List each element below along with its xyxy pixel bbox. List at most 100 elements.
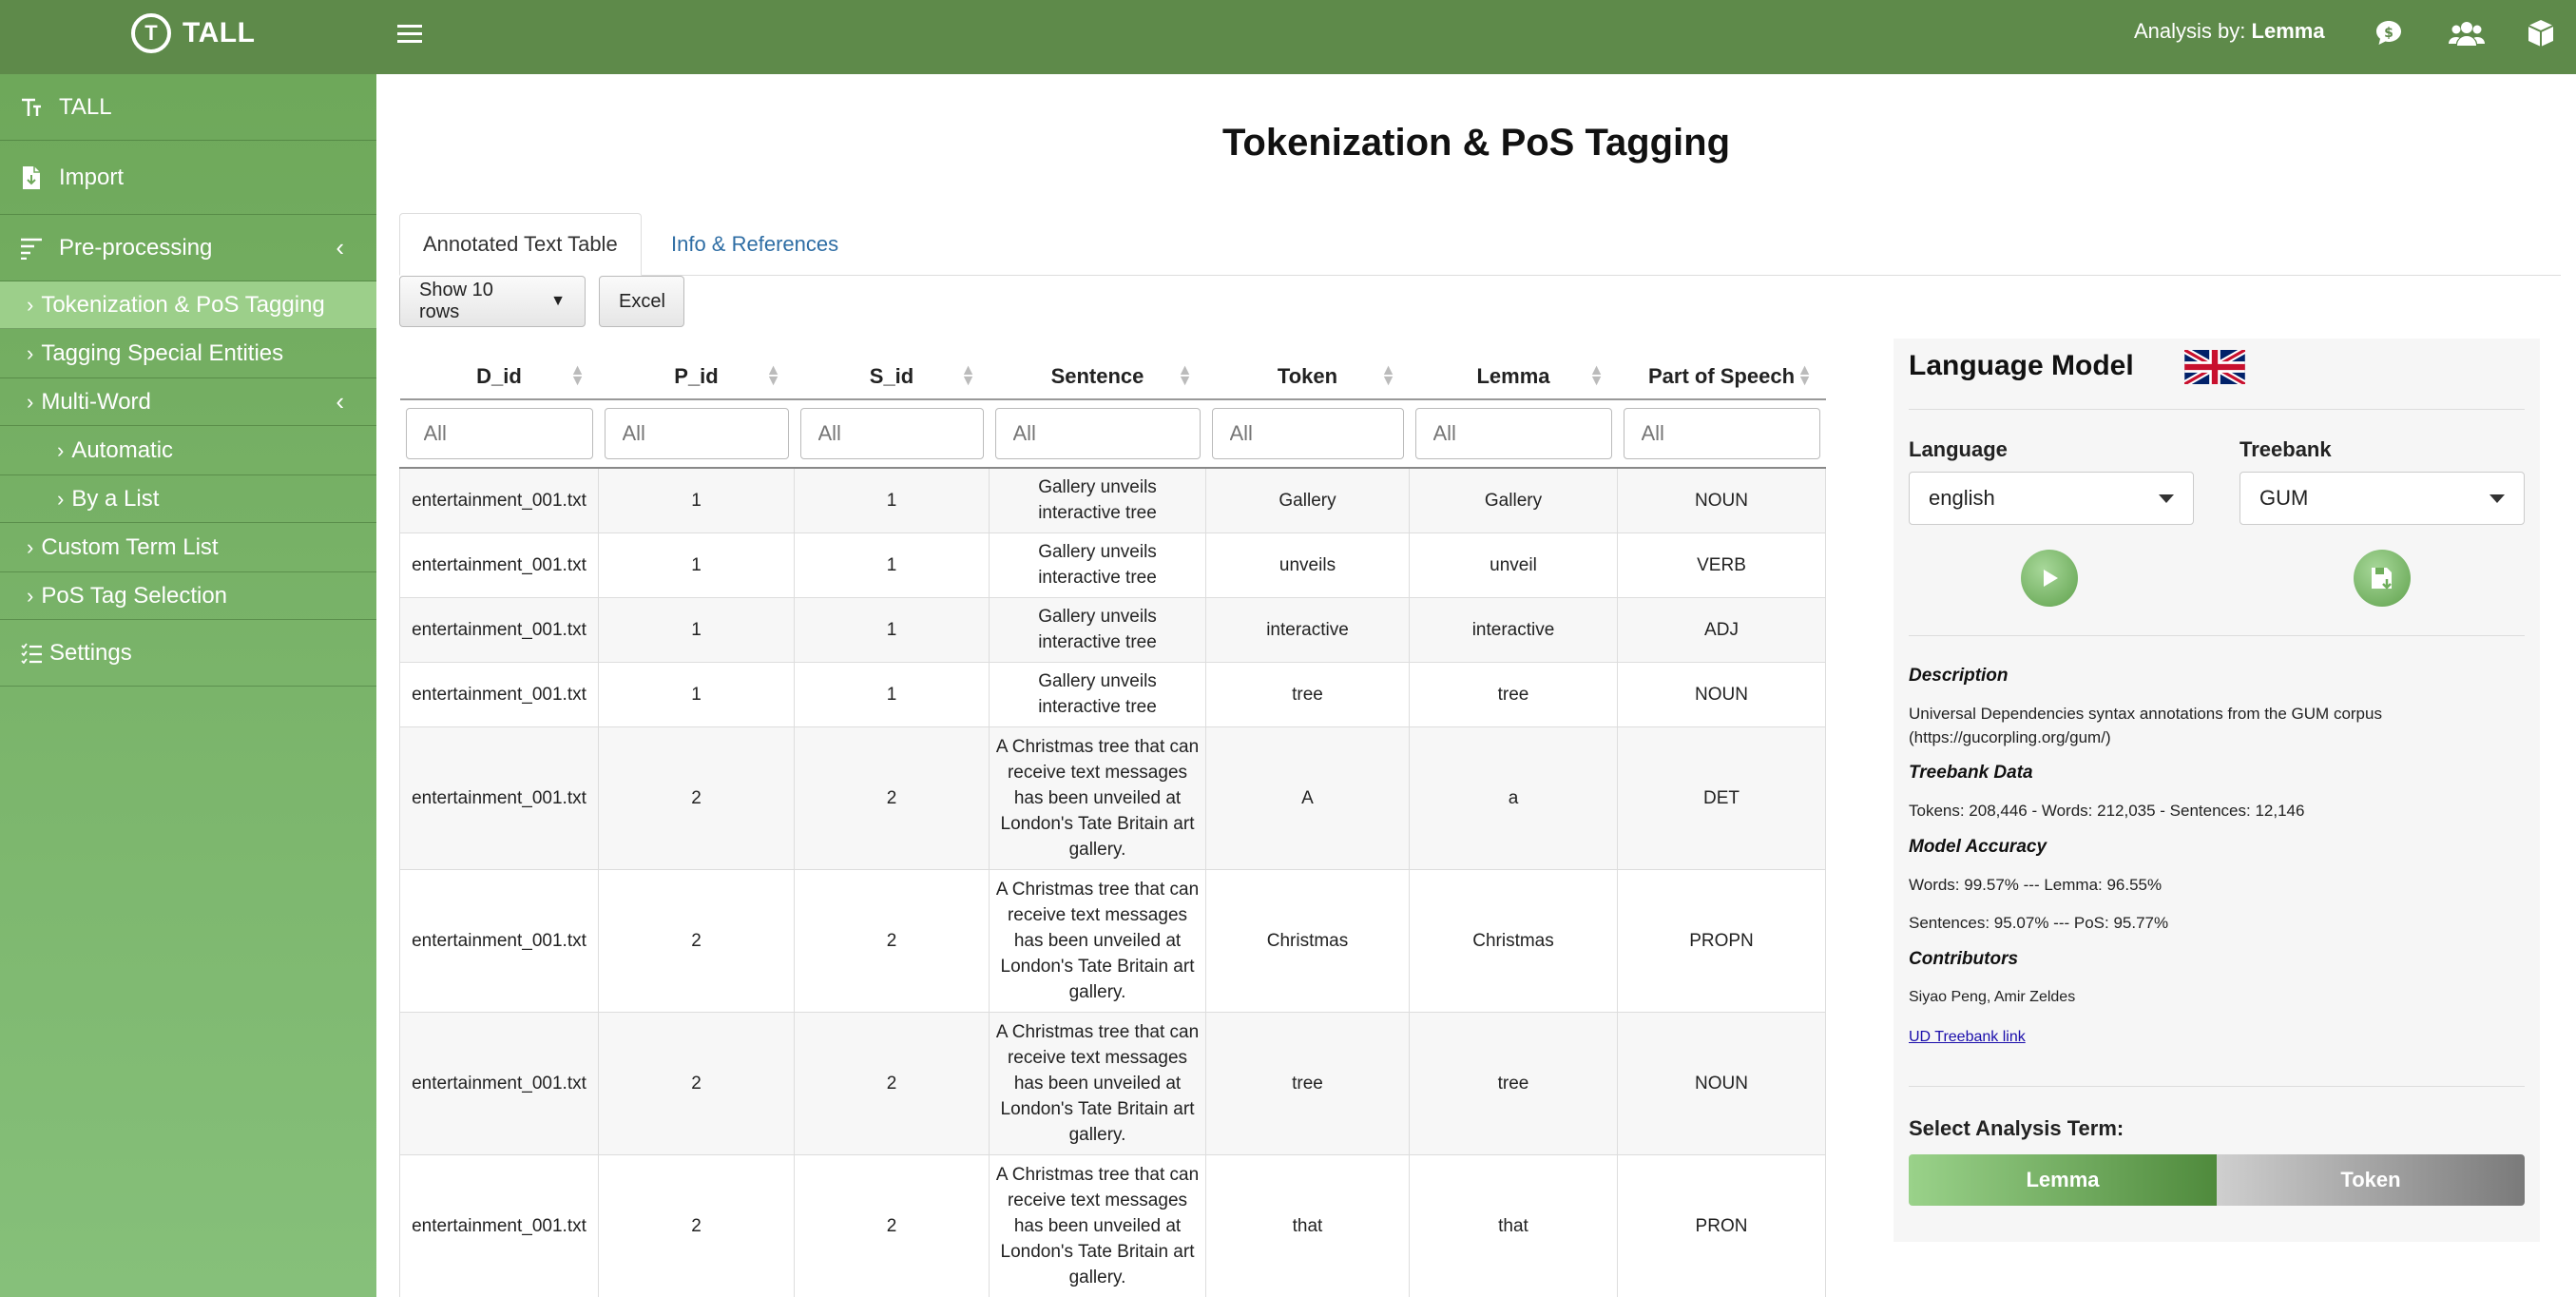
play-button[interactable] [2021, 550, 2078, 607]
column-filter-input[interactable] [1414, 408, 1612, 459]
column-header[interactable]: D_id ▲ ▼ [399, 354, 599, 400]
users-icon[interactable] [2449, 15, 2485, 51]
table-cell: 2 [794, 1153, 990, 1297]
table-cell: 1 [794, 532, 990, 598]
table-cell: 2 [598, 1011, 795, 1155]
language-select[interactable]: english [1909, 472, 2194, 525]
sort-icon[interactable]: ▲ ▼ [1178, 363, 1193, 389]
sidebar-item-custom-term-list[interactable]: › Custom Term List [0, 523, 376, 572]
sort-icon[interactable]: ▲ ▼ [961, 363, 976, 389]
table-cell: entertainment_001.txt [399, 1011, 599, 1155]
sidebar-item-tagging-special-entities[interactable]: › Tagging Special Entities [0, 329, 376, 378]
column-header[interactable]: Lemma ▲ ▼ [1409, 354, 1618, 400]
treebank-data-text: Tokens: 208,446 - Words: 212,035 - Sente… [1909, 802, 2305, 820]
table-cell: Christmas [1205, 868, 1410, 1013]
sidebar-item-by-a-list[interactable]: › By a List [0, 475, 376, 523]
description-text: Universal Dependencies syntax annotation… [1909, 705, 2382, 746]
table-cell: 1 [794, 596, 990, 663]
save-model-button[interactable] [2354, 550, 2411, 607]
sidebar-item-label: TALL [59, 93, 112, 120]
table-cell: A Christmas tree that can receive text m… [989, 868, 1206, 1013]
sidebar-item-tall[interactable]: TALL [0, 74, 376, 141]
model-accuracy-heading: Model Accuracy [1909, 837, 2047, 857]
treebank-value: GUM [2259, 486, 2309, 510]
table-cell: 1 [598, 596, 795, 663]
column-filter-input[interactable] [1623, 408, 1820, 459]
excel-button[interactable]: Excel [599, 276, 684, 327]
annotated-text-table: D_id ▲ ▼ P_id ▲ ▼ S_id ▲ ▼ Sentence ▲ ▼ Token ▲ ▼ Lemma… [399, 354, 1826, 1297]
sort-icon[interactable]: ▲ ▼ [570, 363, 586, 389]
table-cell: VERB [1617, 532, 1826, 598]
sidebar-item-label: By a List [71, 485, 160, 512]
sort-icon[interactable]: ▲ ▼ [1589, 363, 1605, 389]
chat-dollar-icon[interactable]: $ [2371, 15, 2407, 51]
caret-down-icon: ▼ [550, 293, 566, 309]
table-header-row: D_id ▲ ▼ P_id ▲ ▼ S_id ▲ ▼ Sentence ▲ ▼ Token ▲ ▼ Lemma… [399, 354, 1826, 400]
column-header[interactable]: S_id ▲ ▼ [794, 354, 990, 400]
logo-icon: T [131, 13, 171, 53]
column-filter-input[interactable] [604, 408, 789, 459]
table-cell: NOUN [1617, 661, 1826, 727]
table-cell: ADJ [1617, 596, 1826, 663]
sidebar-item-automatic[interactable]: › Automatic [0, 426, 376, 475]
model-accuracy-text-2: Sentences: 95.07% --- PoS: 95.77% [1909, 914, 2169, 932]
sidebar-item-pre-processing[interactable]: Pre-processing ‹ [0, 215, 376, 281]
collapse-chevron-icon[interactable]: ‹ [336, 387, 344, 416]
chevron-right-icon: › [27, 583, 34, 608]
table-cell: DET [1617, 726, 1826, 870]
token-toggle[interactable]: Token [2217, 1154, 2525, 1206]
sort-icon[interactable]: ▲ ▼ [1381, 363, 1396, 389]
svg-text:$: $ [2384, 26, 2393, 41]
collapse-chevron-icon[interactable]: ‹ [336, 233, 344, 262]
column-header[interactable]: Token ▲ ▼ [1205, 354, 1410, 400]
column-filter-input[interactable] [799, 408, 984, 459]
table-row: entertainment_001.txt 2 2 A Christmas tree … [399, 726, 1826, 870]
table-cell: 1 [598, 661, 795, 727]
treebank-select[interactable]: GUM [2240, 472, 2525, 525]
table-row: entertainment_001.txt 1 1 Gallery unveils i… [399, 532, 1826, 598]
language-model-title: Language Model [1909, 350, 2134, 381]
column-filter-input[interactable] [405, 408, 593, 459]
column-header-label: Lemma [1476, 363, 1550, 388]
hamburger-menu-icon[interactable] [397, 19, 422, 48]
treebank-label: Treebank [2240, 437, 2332, 461]
column-header-label: S_id [869, 363, 914, 388]
tab-annotated-text-table[interactable]: Annotated Text Table [399, 213, 642, 276]
table-cell: Christmas [1409, 868, 1618, 1013]
app-name: TALL [183, 17, 256, 48]
table-cell: unveils [1205, 532, 1410, 598]
sidebar-item-tokenization[interactable]: › Tokenization & PoS Tagging [0, 281, 376, 329]
table-filter-row [399, 399, 1826, 469]
sort-icon[interactable]: ▲ ▼ [766, 363, 781, 389]
sidebar-item-pos-tag-selection[interactable]: › PoS Tag Selection [0, 572, 376, 620]
table-cell: 2 [794, 868, 990, 1013]
table-cell: tree [1409, 661, 1618, 727]
tab-bar: Annotated Text Table Info & References [399, 213, 2561, 276]
sort-icon[interactable]: ▲ ▼ [1797, 363, 1813, 389]
box-icon[interactable] [2523, 15, 2559, 51]
table-cell: 2 [598, 726, 795, 870]
table-cell: Gallery unveils interactive tree [989, 467, 1206, 533]
show-rows-button[interactable]: Show 10 rows ▼ [399, 276, 586, 327]
analysis-by-label: Analysis by: Lemma [2134, 19, 2325, 44]
ud-treebank-link[interactable]: UD Treebank link [1909, 1029, 2026, 1046]
column-filter-input[interactable] [1211, 408, 1404, 459]
sidebar-item-import[interactable]: Import [0, 141, 376, 215]
sidebar-item-label: Custom Term List [41, 533, 219, 560]
chevron-right-icon: › [57, 486, 65, 511]
model-accuracy-text-1: Words: 99.57% --- Lemma: 96.55% [1909, 876, 2163, 894]
app-logo[interactable]: T TALL [131, 13, 255, 53]
column-filter-input[interactable] [994, 408, 1201, 459]
table-cell: entertainment_001.txt [399, 1153, 599, 1297]
lemma-toggle[interactable]: Lemma [1909, 1154, 2217, 1206]
column-header[interactable]: P_id ▲ ▼ [598, 354, 795, 400]
excel-label: Excel [619, 290, 665, 312]
table-body: entertainment_001.txt 1 1 Gallery unveils i… [399, 467, 1826, 1297]
tab-info-references[interactable]: Info & References [648, 213, 861, 276]
sidebar-item-settings[interactable]: Settings [0, 620, 376, 687]
sidebar-item-label: Pre-processing [59, 234, 213, 261]
play-icon [2044, 570, 2058, 587]
sidebar-item-multi-word[interactable]: › Multi-Word ‹ [0, 378, 376, 426]
column-header[interactable]: Part of Speech ▲ ▼ [1617, 354, 1826, 400]
column-header[interactable]: Sentence ▲ ▼ [989, 354, 1206, 400]
